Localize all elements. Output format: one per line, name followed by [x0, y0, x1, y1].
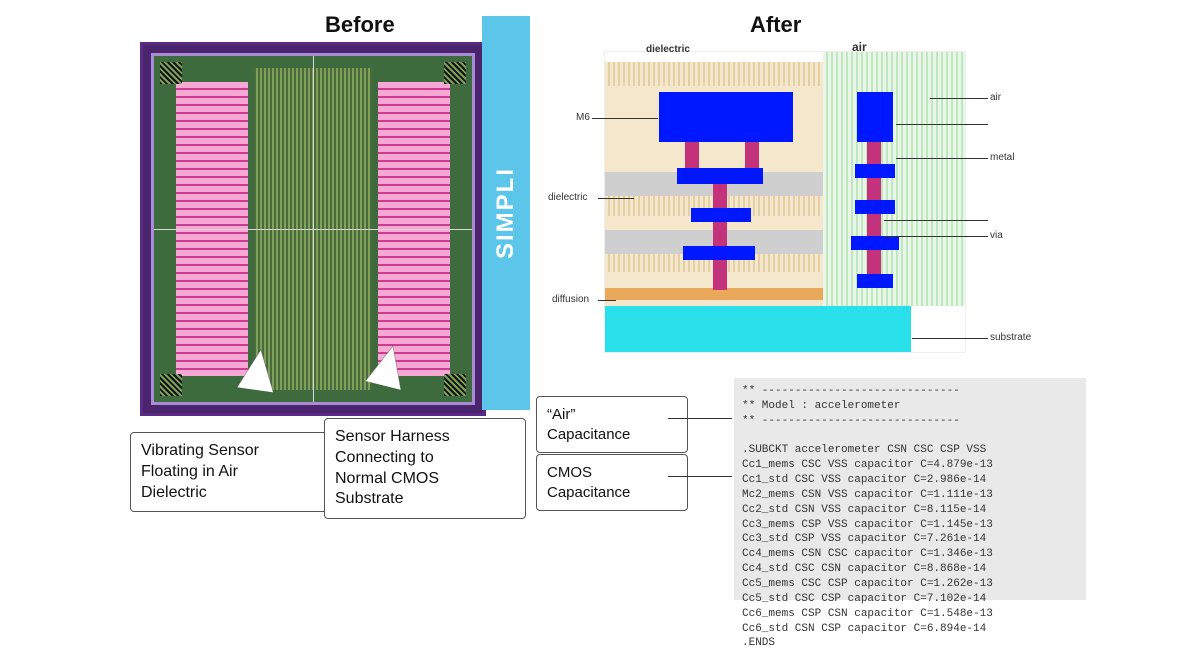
callout-cmos-capacitance: CMOS Capacitance: [536, 454, 688, 511]
netlist-subckt: .SUBCKT accelerometer CSN CSC CSP VSS: [742, 444, 986, 456]
netlist-line: Cc2_std CSN VSS capacitor C=8.115e-14: [742, 504, 986, 516]
netlist-line: Cc6_mems CSP CSN capacitor C=1.548e-13: [742, 608, 993, 620]
xs-label-air-top: air: [852, 40, 867, 54]
corner-hatch: [160, 62, 182, 84]
leader: [930, 98, 988, 99]
callout-sensor-harness: Sensor Harness Connecting to Normal CMOS…: [324, 418, 526, 519]
leader: [884, 220, 988, 221]
xs-metal: [857, 274, 893, 288]
netlist-line: Mc2_mems CSN VSS capacitor C=1.111e-13: [742, 489, 993, 501]
simpli-label: SIMPLI: [492, 167, 520, 259]
leader: [598, 198, 634, 199]
netlist-line: Cc3_mems CSP VSS capacitor C=1.145e-13: [742, 519, 993, 531]
xs-label-diffusion: diffusion: [552, 294, 589, 305]
xs-substrate: [605, 306, 911, 352]
leader: [592, 118, 658, 119]
leader: [896, 124, 988, 125]
leader: [668, 476, 732, 477]
xs-via: [867, 214, 881, 238]
xs-via: [713, 260, 727, 290]
xs-metal: [683, 246, 755, 260]
leader: [884, 236, 988, 237]
xs-via: [867, 250, 881, 276]
xs-label-m6: M6: [576, 112, 590, 123]
xs-via: [745, 142, 759, 170]
xs-via: [867, 178, 881, 202]
callout-vibrating-sensor: Vibrating Sensor Floating in Air Dielect…: [130, 432, 332, 512]
xs-metal: [691, 208, 751, 222]
after-cross-section: [605, 52, 965, 352]
xs-m6-left: [659, 92, 793, 142]
xs-metal: [851, 236, 899, 250]
callout-air-capacitance: “Air” Capacitance: [536, 396, 688, 453]
leader: [668, 418, 732, 419]
netlist-line: Cc3_std CSP VSS capacitor C=7.261e-14: [742, 533, 986, 545]
corner-hatch: [444, 62, 466, 84]
leader: [912, 338, 988, 339]
netlist-header: ** ------------------------------ ** Mod…: [742, 385, 960, 427]
xs-metal: [855, 164, 895, 178]
callout-tail: [237, 348, 278, 393]
simpli-bar: SIMPLI: [482, 16, 530, 410]
netlist-line: Cc1_std CSC VSS capacitor C=2.986e-14: [742, 474, 986, 486]
xs-metal: [855, 200, 895, 214]
before-layout: [140, 42, 486, 416]
netlist-line: Cc4_std CSC CSN capacitor C=8.868e-14: [742, 563, 986, 575]
netlist-line: Cc4_mems CSN CSC capacitor C=1.346e-13: [742, 548, 993, 560]
xs-via: [867, 142, 881, 166]
after-title: After: [750, 12, 801, 38]
netlist-line: Cc1_mems CSC VSS capacitor C=4.879e-13: [742, 459, 993, 471]
leader: [598, 300, 616, 301]
xs-label-dielectric-top: dielectric: [646, 44, 690, 55]
chip-inner: [151, 53, 475, 405]
before-title: Before: [325, 12, 395, 38]
netlist-line: Cc5_mems CSC CSP capacitor C=1.262e-13: [742, 578, 993, 590]
crosshair-h: [154, 229, 472, 230]
netlist-line: Cc6_std CSN CSP capacitor C=6.894e-14: [742, 623, 986, 635]
xs-label-air: air: [990, 92, 1001, 103]
netlist-ends: .ENDS: [742, 637, 775, 649]
xs-air-region: [823, 52, 965, 306]
netlist-line: Cc5_std CSC CSP capacitor C=7.102e-14: [742, 593, 986, 605]
netlist-box: ** ------------------------------ ** Mod…: [734, 378, 1086, 600]
xs-via: [713, 222, 727, 248]
xs-tone: [605, 62, 823, 86]
corner-hatch: [444, 374, 466, 396]
xs-label-via: via: [990, 230, 1003, 241]
corner-hatch: [160, 374, 182, 396]
xs-metal: [677, 168, 763, 184]
leader: [896, 158, 988, 159]
xs-via: [713, 184, 727, 210]
xs-m6-right: [857, 92, 893, 142]
xs-label-dielectric: dielectric: [548, 192, 587, 203]
xs-label-metal: metal: [990, 152, 1014, 163]
xs-label-substrate: substrate: [990, 332, 1031, 343]
xs-via: [685, 142, 699, 170]
